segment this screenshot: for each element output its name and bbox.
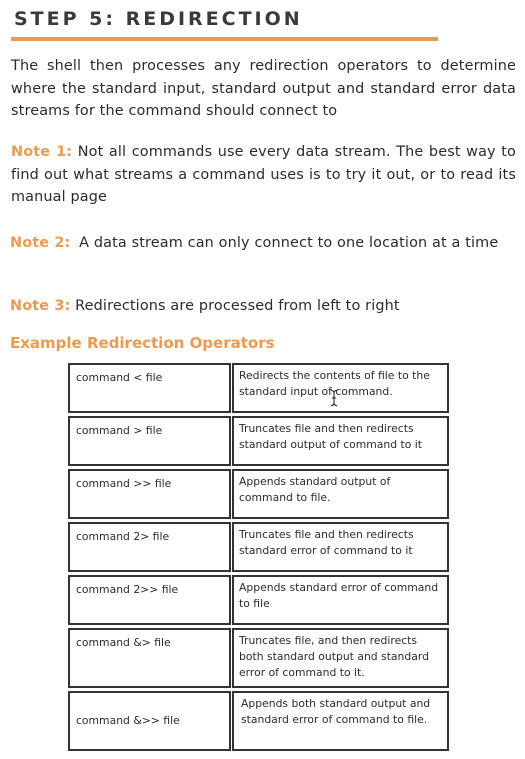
text-cursor-icon (330, 389, 338, 407)
operator-cell: command >> file (68, 469, 231, 519)
operator-cell: command &>> file (68, 691, 231, 751)
operator-cell: command < file (68, 363, 231, 413)
note-3-text: Redirections are processed from left to … (75, 298, 400, 314)
operator-cell: command 2>> file (68, 575, 231, 625)
operator-cell: command > file (68, 416, 231, 466)
description-cell: Truncates file, and then redirects both … (232, 628, 449, 688)
note-1-label: Note 1: (11, 144, 73, 160)
heading-underline (11, 37, 438, 41)
operator-text: command &>> file (76, 714, 180, 727)
description-cell: Appends both standard output and standar… (232, 691, 449, 751)
note-2-label: Note 2: (10, 235, 71, 251)
description-cell: Truncates file and then redirects standa… (232, 416, 449, 466)
note-2-text: A data stream can only connect to one lo… (79, 235, 499, 251)
description-cell: Appends standard output of command to fi… (232, 469, 449, 519)
section-heading: STEP 5: REDIRECTION (14, 8, 303, 30)
note-2: Note 2: A data stream can only connect t… (10, 232, 515, 255)
description-cell: Redirects the contents of file to the st… (232, 363, 449, 413)
example-title: Example Redirection Operators (10, 334, 275, 352)
intro-paragraph: The shell then processes any redirection… (11, 58, 516, 119)
note-3: Note 3: Redirections are processed from … (10, 295, 515, 318)
note-1-text: Not all commands use every data stream. … (11, 144, 516, 205)
operator-cell: command &> file (68, 628, 231, 688)
description-cell: Truncates file and then redirects standa… (232, 522, 449, 572)
note-3-label: Note 3: (10, 298, 71, 314)
operator-cell: command 2> file (68, 522, 231, 572)
note-1: Note 1: Not all commands use every data … (11, 141, 516, 209)
description-cell: Appends standard error of command to fil… (232, 575, 449, 625)
